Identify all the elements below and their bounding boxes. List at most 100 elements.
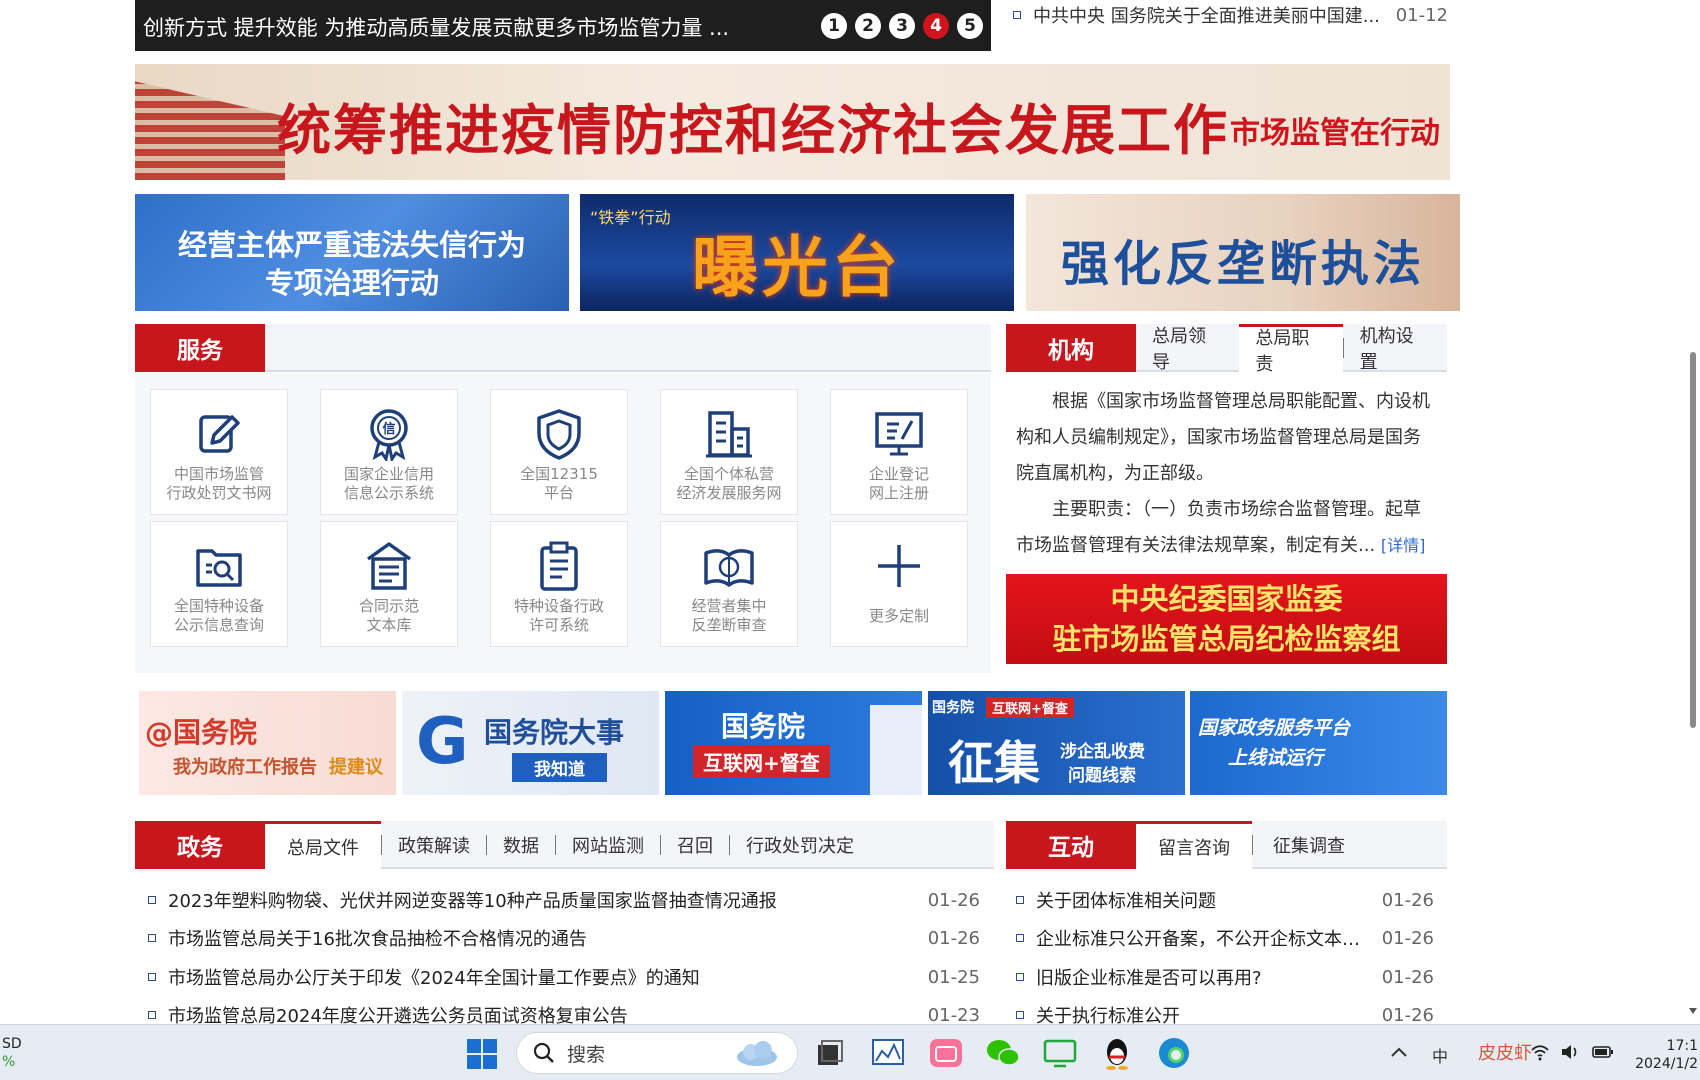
- sb4-tag1: 国务院: [932, 700, 974, 716]
- sb1-line2: 我为政府工作报告: [173, 757, 317, 778]
- top-news-item[interactable]: 中共中央 国务院关于全面推进美丽中国建... 01-12: [1013, 2, 1448, 28]
- bilibili-icon[interactable]: [928, 1035, 964, 1071]
- edge-browser-icon[interactable]: [1156, 1035, 1192, 1071]
- tab-message-consult[interactable]: 留言咨询: [1136, 821, 1252, 869]
- tab-website-monitoring[interactable]: 网站监测: [556, 821, 660, 869]
- tab-leadership[interactable]: 总局领导: [1136, 324, 1239, 373]
- slider-dot-3[interactable]: 3: [889, 13, 915, 39]
- tab-admin-penalty[interactable]: 行政处罚决定: [730, 821, 870, 869]
- system-clock[interactable]: 17:1 2024/1/2: [1635, 1037, 1698, 1073]
- tab-bureau-documents[interactable]: 总局文件: [265, 821, 381, 869]
- list-item[interactable]: 关于执行标准公开 01-26: [1016, 1003, 1434, 1024]
- sb5-line2: 上线试运行: [1228, 747, 1324, 769]
- discipline-inspection-banner[interactable]: 中央纪委国家监委 驻市场监管总局纪检监察组: [1006, 574, 1447, 664]
- tab-responsibilities[interactable]: 总局职责: [1239, 324, 1343, 375]
- screen-share-icon[interactable]: [1042, 1035, 1078, 1071]
- g-logo-icon: G: [416, 705, 469, 779]
- org-para-2: 主要职责：（一）负责市场综合监督管理。起草市场监督管理有关法律法规草案，制定有关…: [1016, 499, 1421, 556]
- bullet-icon: [1016, 973, 1024, 981]
- gov-report-suggestion-banner[interactable]: @国务院 我为政府工作报告 提建议: [139, 691, 396, 795]
- list-item[interactable]: 市场监管总局办公厅关于印发《2024年全国计量工作要点》的通知 01-25: [148, 965, 980, 989]
- list-item-title[interactable]: 企业标准只公开备案，不公开企标文本…: [1036, 925, 1372, 951]
- chart-app-icon[interactable]: [870, 1035, 906, 1071]
- sb3-line1: 国务院: [721, 710, 806, 743]
- taskbar-left-widget[interactable]: SD %: [2, 1035, 22, 1071]
- scrollbar-thumb[interactable]: [1690, 352, 1696, 728]
- service-tag: 服务: [135, 324, 265, 372]
- book-review-icon: [704, 549, 754, 587]
- service-item-enterprise-registration[interactable]: 企业登记 网上注册: [830, 389, 968, 515]
- tab-data[interactable]: 数据: [487, 821, 555, 869]
- slider-dot-5[interactable]: 5: [957, 13, 983, 39]
- ime-indicator[interactable]: 中: [1432, 1043, 1448, 1067]
- list-item-title[interactable]: 旧版企业标准是否可以再用?: [1036, 964, 1372, 990]
- pavilion-graphic: [135, 81, 285, 180]
- service-item-penalty-docs[interactable]: 中国市场监管 行政处罚文书网: [150, 389, 288, 515]
- bullet-icon: [1016, 1011, 1024, 1019]
- antimonopoly-banner[interactable]: 强化反垄断执法: [1026, 194, 1460, 311]
- volume-icon[interactable]: [1560, 1043, 1580, 1061]
- credit-medal-icon: 信: [370, 409, 408, 461]
- list-item[interactable]: 关于团体标准相关问题 01-26: [1016, 888, 1434, 912]
- exposure-platform-banner[interactable]: “铁拳”行动 曝光台: [580, 194, 1014, 311]
- list-item[interactable]: 旧版企业标准是否可以再用? 01-26: [1016, 965, 1434, 989]
- task-view-icon[interactable]: [812, 1035, 848, 1071]
- chevron-up-icon[interactable]: [1390, 1045, 1408, 1059]
- list-item-title[interactable]: 市场监管总局关于16批次食品抽检不合格情况的通告: [168, 925, 918, 951]
- battery-icon[interactable]: [1592, 1045, 1614, 1059]
- wifi-icon[interactable]: [1530, 1043, 1550, 1061]
- search-placeholder: 搜索: [567, 1043, 606, 1066]
- scroll-down-arrow-icon[interactable]: [1689, 1008, 1697, 1014]
- service-item-more-custom[interactable]: 更多定制: [830, 521, 968, 647]
- sb4-sub1: 涉企乱收费: [1060, 742, 1145, 762]
- list-item-title[interactable]: 2023年塑料购物袋、光伏并网逆变器等10种产品质量国家监督抽查情况通报: [168, 887, 918, 913]
- tab-org-structure[interactable]: 机构设置: [1344, 324, 1447, 373]
- qq-penguin-icon[interactable]: [1099, 1035, 1135, 1071]
- top-news-title[interactable]: 中共中央 国务院关于全面推进美丽中国建...: [1033, 2, 1386, 28]
- list-item-title[interactable]: 关于执行标准公开: [1036, 1002, 1372, 1024]
- details-link[interactable]: [详情]: [1381, 536, 1426, 555]
- windows-start-icon[interactable]: [464, 1036, 500, 1072]
- promo1-line1: 经营主体严重违法失信行为: [177, 228, 526, 262]
- service-item-equipment-licensing[interactable]: 特种设备行政 许可系统: [490, 521, 628, 647]
- list-item[interactable]: 市场监管总局关于16批次食品抽检不合格情况的通告 01-26: [148, 926, 980, 950]
- tab-survey[interactable]: 征集调查: [1253, 821, 1365, 869]
- list-item-title[interactable]: 市场监管总局办公厅关于印发《2024年全国计量工作要点》的通知: [168, 964, 918, 990]
- gov-service-platform-banner[interactable]: 国家政务服务平台 上线试运行: [1190, 691, 1447, 795]
- list-item[interactable]: 企业标准只公开备案，不公开企标文本… 01-26: [1016, 926, 1434, 950]
- bullet-icon: [148, 973, 156, 981]
- slider-dot-2[interactable]: 2: [855, 13, 881, 39]
- news-slider[interactable]: 创新方式 提升效能 为推动高质量发展贡献更多市场监管力量 ... 1 2 3 4…: [135, 0, 991, 51]
- internet-supervision-banner[interactable]: 国务院 互联网+督查: [665, 691, 922, 795]
- slider-dot-1[interactable]: 1: [821, 13, 847, 39]
- service-item-contract-templates[interactable]: 合同示范 文本库: [320, 521, 458, 647]
- list-item[interactable]: 市场监管总局2024年度公开遴选公务员面试资格复审公告 01-23: [148, 1003, 980, 1024]
- fee-clue-collection-banner[interactable]: 国务院 互联网+督查 征集 涉企乱收费 问题线索: [928, 691, 1185, 795]
- list-item-date: 01-23: [927, 1004, 980, 1025]
- red-banner-line1: 中央纪委国家监委: [1110, 582, 1343, 616]
- service-item-12315[interactable]: 全国12315 平台: [490, 389, 628, 515]
- sb4-big: 征集: [948, 736, 1040, 790]
- service-label: 中国市场监管 行政处罚文书网: [166, 465, 272, 502]
- bullet-icon: [1016, 934, 1024, 942]
- tab-policy-interpretation[interactable]: 政策解读: [382, 821, 486, 869]
- folder-search-icon: [196, 549, 242, 587]
- list-item[interactable]: 2023年塑料购物袋、光伏并网逆变器等10种产品质量国家监督抽查情况通报 01-…: [148, 888, 980, 912]
- page-scrollbar[interactable]: [1686, 0, 1700, 1024]
- credit-governance-banner[interactable]: 经营主体严重违法失信行为 专项治理行动: [135, 194, 569, 311]
- service-item-antimonopoly-review[interactable]: 经营者集中 反垄断审查: [660, 521, 798, 647]
- service-item-credit-info[interactable]: 信 国家企业信用 信息公示系统: [320, 389, 458, 515]
- epidemic-banner[interactable]: 统筹推进疫情防控和经济社会发展工作 市场监管在行动: [135, 64, 1450, 180]
- list-item-title[interactable]: 关于团体标准相关问题: [1036, 887, 1372, 913]
- state-council-affairs-banner[interactable]: G 国务院大事 我知道: [402, 691, 659, 795]
- slider-caption[interactable]: 创新方式 提升效能 为推动高质量发展贡献更多市场监管力量 ...: [143, 12, 729, 42]
- list-item-title[interactable]: 市场监管总局2024年度公开遴选公务员面试资格复审公告: [168, 1002, 918, 1024]
- service-label: 全国个体私营 经济发展服务网: [676, 465, 782, 502]
- tab-recall[interactable]: 召回: [661, 821, 729, 869]
- wechat-icon[interactable]: [985, 1035, 1021, 1071]
- service-item-special-equipment-query[interactable]: 全国特种设备 公示信息查询: [150, 521, 288, 647]
- tray-app-label[interactable]: 皮皮虾: [1478, 1039, 1532, 1065]
- slider-dot-4[interactable]: 4: [923, 13, 949, 39]
- service-item-private-economy[interactable]: 全国个体私营 经济发展服务网: [660, 389, 798, 515]
- taskbar-search-box[interactable]: 搜索: [516, 1032, 798, 1074]
